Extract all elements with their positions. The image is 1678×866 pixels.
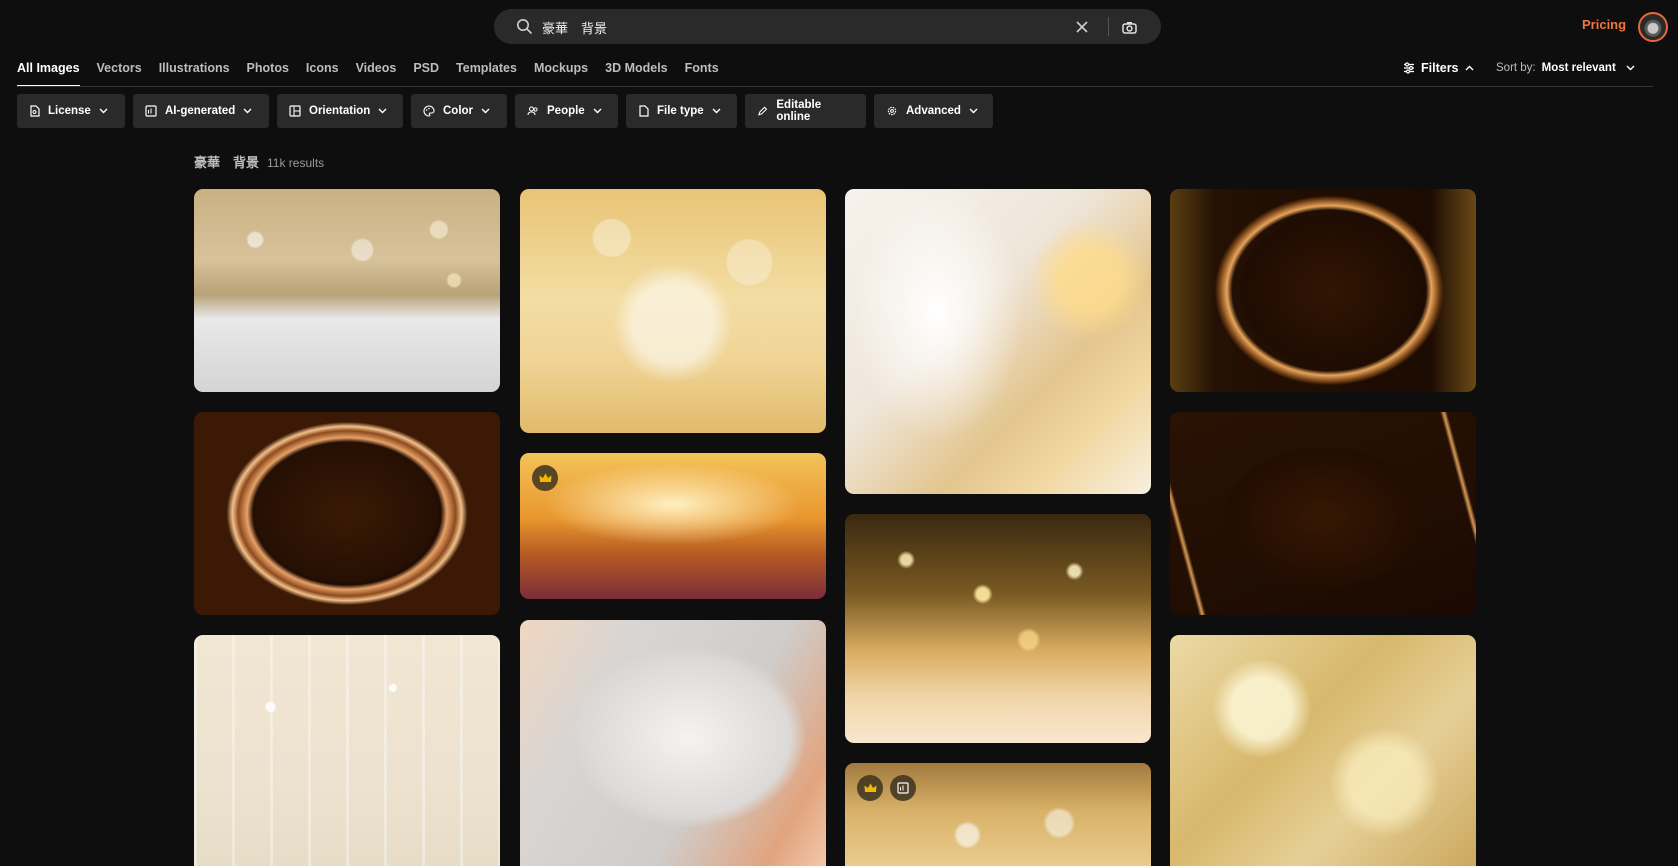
sort-select[interactable]: Most relevant [1542, 62, 1635, 74]
chevron-down-icon [593, 108, 602, 114]
image-card-dark-gold-curve-frame[interactable] [1170, 189, 1476, 392]
tab-vectors[interactable]: Vectors [97, 60, 142, 88]
chip-people[interactable]: People [515, 94, 618, 128]
clear-search-button[interactable] [1072, 17, 1092, 37]
tab-templates[interactable]: Templates [456, 60, 517, 88]
chip-orientation[interactable]: Orientation [277, 94, 403, 128]
chevron-up-icon [1465, 65, 1474, 71]
search-divider [1108, 17, 1109, 36]
search-bar [494, 9, 1161, 44]
image-card-orange-glitter[interactable] [520, 453, 826, 599]
sliders-icon [1404, 62, 1414, 74]
image-card-gold-star-bokeh[interactable] [845, 514, 1151, 743]
tab-3d-models[interactable]: 3D Models [605, 60, 668, 88]
avatar[interactable] [1638, 12, 1668, 42]
sort-by-label: Sort by: [1496, 62, 1536, 74]
premium-badge [857, 775, 883, 801]
crown-icon [539, 473, 551, 482]
tab-psd[interactable]: PSD [413, 60, 439, 88]
chip-label: AI-generated [165, 105, 236, 117]
image-card-dark-gold-ring-frame[interactable] [194, 412, 500, 615]
chip-license[interactable]: License [17, 94, 125, 128]
chip-advanced[interactable]: Advanced [874, 94, 993, 128]
ai-icon [145, 105, 157, 117]
chip-file-type[interactable]: File type [626, 94, 737, 128]
chip-label: License [48, 105, 91, 117]
crown-icon [864, 783, 876, 792]
pencil-icon [758, 106, 768, 116]
image-card-gold-bokeh-sparkle[interactable] [520, 189, 826, 433]
chip-label: People [547, 105, 585, 117]
tab-icons[interactable]: Icons [306, 60, 339, 88]
chevron-down-icon [712, 108, 721, 114]
sort-value: Most relevant [1541, 62, 1616, 74]
file-icon [639, 105, 649, 117]
chip-label: Advanced [906, 105, 961, 117]
results-count: 11k results [267, 156, 325, 170]
tab-photos[interactable]: Photos [247, 60, 289, 88]
orientation-icon [289, 105, 301, 117]
premium-badge [532, 465, 558, 491]
people-icon [527, 106, 538, 116]
image-card-gold-polygon-bokeh[interactable] [1170, 635, 1476, 866]
search-input[interactable] [542, 15, 1062, 39]
chevron-down-icon [1626, 65, 1635, 71]
filters-toggle-button[interactable]: Filters [1403, 61, 1474, 75]
gear-icon [887, 106, 897, 116]
license-icon [30, 105, 40, 117]
results-summary: 豪華 背景 11k results [194, 152, 324, 171]
image-card-cream-light-streaks[interactable] [194, 635, 500, 866]
media-type-tabs: All Images Vectors Illustrations Photos … [17, 60, 736, 88]
tab-videos[interactable]: Videos [356, 60, 397, 88]
results-query: 豪華 背景 [194, 156, 260, 171]
chevron-down-icon [378, 108, 387, 114]
tab-fonts[interactable]: Fonts [685, 60, 719, 88]
palette-icon [423, 105, 435, 117]
image-card-silver-copper-swirl[interactable] [520, 620, 826, 866]
image-card-white-gold-wave[interactable] [845, 189, 1151, 494]
image-search-button[interactable] [1118, 16, 1140, 38]
filters-label: Filters [1421, 61, 1459, 75]
search-icon [517, 19, 532, 34]
chip-label: Color [443, 105, 474, 117]
chevron-down-icon [99, 108, 108, 114]
chevron-down-icon [243, 108, 252, 114]
chip-label: File type [657, 105, 704, 117]
chip-editable-online[interactable]: Editable online [745, 94, 866, 128]
ai-badge [890, 775, 916, 801]
chip-label: Editable online [776, 99, 822, 123]
image-card-dark-gold-stripe-frame[interactable] [1170, 412, 1476, 615]
top-bar: Pricing [0, 0, 1678, 54]
ai-icon [897, 782, 909, 794]
tab-illustrations[interactable]: Illustrations [159, 60, 230, 88]
image-card-gold-bokeh-bottom[interactable] [845, 763, 1151, 866]
chip-color[interactable]: Color [411, 94, 507, 128]
image-card-gold-bokeh-snow[interactable] [194, 189, 500, 392]
nav-divider [17, 86, 1653, 87]
tab-all-images[interactable]: All Images [17, 60, 80, 88]
pricing-link[interactable]: Pricing [1582, 17, 1626, 32]
chip-ai-generated[interactable]: AI-generated [133, 94, 269, 128]
sort-control: Sort by: Most relevant [1496, 62, 1635, 74]
chevron-down-icon [969, 108, 978, 114]
close-icon [1076, 21, 1088, 33]
tab-mockups[interactable]: Mockups [534, 60, 588, 88]
chip-label: Orientation [309, 105, 371, 117]
chevron-down-icon [481, 108, 490, 114]
camera-icon [1121, 21, 1137, 34]
filter-chips: License AI-generated Orientation Color P… [17, 94, 993, 128]
